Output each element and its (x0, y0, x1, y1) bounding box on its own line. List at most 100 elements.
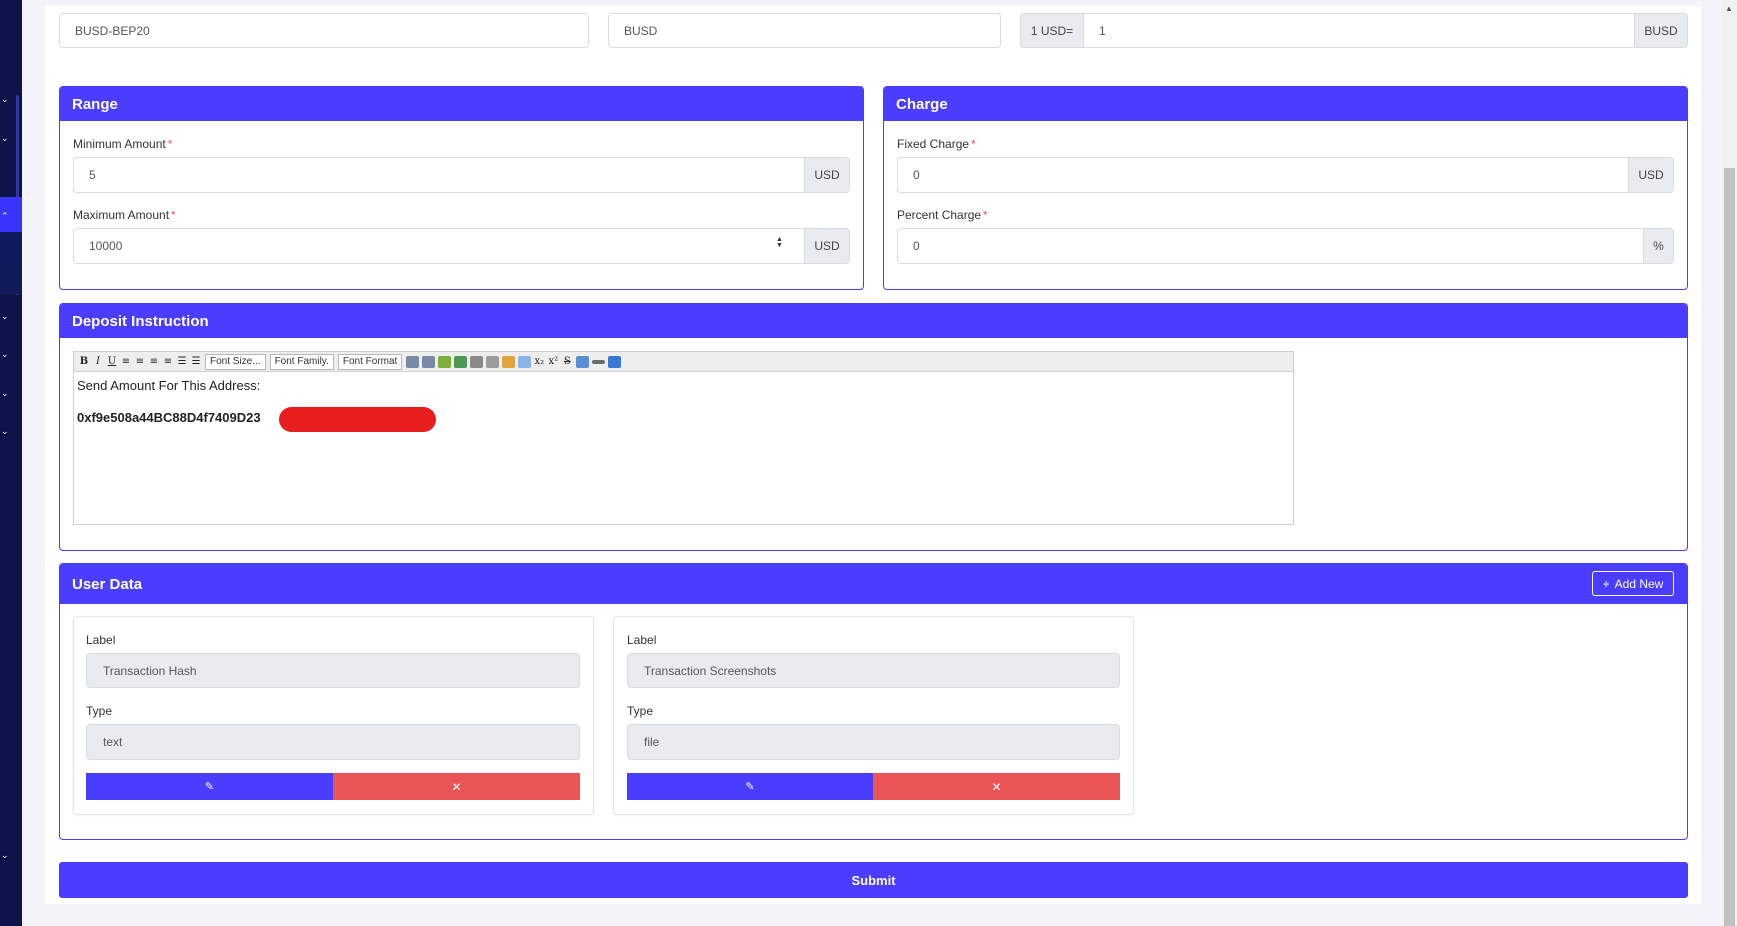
min-amount-unit: USD (804, 157, 850, 193)
editor-wallet-address: 0xf9e508a44BC88D4f7409D23 (77, 410, 261, 425)
rate-prefix-text: 1 USD= (1030, 23, 1074, 38)
link-icon[interactable] (469, 355, 483, 368)
field-type-value: text (103, 735, 123, 749)
edit-button[interactable]: ✎ (627, 773, 873, 800)
field-type-input[interactable]: text (86, 724, 580, 760)
deposit-instruction-title: Deposit Instruction (60, 304, 1687, 338)
min-amount-value: 5 (89, 168, 96, 182)
fixed-charge-label: Fixed Charge * (897, 137, 976, 151)
rate-value: 1 (1099, 23, 1106, 38)
bold-button[interactable]: B (77, 355, 91, 369)
fixed-unit-text: USD (1638, 168, 1664, 182)
align-left-icon[interactable]: ≡ (119, 355, 133, 369)
fixed-charge-unit: USD (1628, 157, 1674, 193)
rate-suffix: BUSD (1634, 13, 1688, 48)
fixed-charge-value: 0 (913, 168, 920, 182)
horizontal-rule-icon[interactable] (591, 359, 605, 364)
edit-button[interactable]: ✎ (86, 773, 333, 800)
remove-format-icon[interactable] (575, 355, 589, 368)
charge-title: Charge (884, 87, 1687, 121)
chevron-down-icon[interactable]: ⌄ (1, 350, 9, 359)
outdent-icon[interactable] (421, 355, 435, 368)
unlink-icon[interactable] (485, 355, 499, 368)
field-label-value: Transaction Screenshots (644, 663, 777, 678)
field-type-caption: Type (86, 704, 113, 718)
field-label-input[interactable]: Transaction Hash (86, 653, 580, 688)
percent-charge-unit: % (1643, 228, 1674, 264)
underline-button[interactable]: U (105, 355, 119, 369)
chevron-down-icon[interactable]: ⌄ (1, 427, 9, 436)
unordered-list-icon[interactable]: ☰ (189, 355, 203, 369)
sidebar: ⌄ ⌄ ⌃ ⌄ ⌄ ⌄ ⌄ ⌄ (0, 0, 22, 926)
symbol-input[interactable]: BUSD (608, 13, 1001, 48)
align-right-icon[interactable]: ≡ (147, 355, 161, 369)
field-type-caption: Type (627, 704, 654, 718)
font-size-select[interactable]: Font Size... (205, 353, 266, 370)
field-label-value: Transaction Hash (103, 663, 197, 678)
min-unit-text: USD (814, 168, 840, 182)
strikethrough-icon[interactable]: S (560, 355, 574, 369)
plus-icon: + (1602, 576, 1610, 591)
font-format-select[interactable]: Font Format (337, 353, 403, 370)
align-justify-icon[interactable]: ≡ (161, 355, 175, 369)
page-scrollbar[interactable]: ▲ (1722, 0, 1737, 926)
indent-icon[interactable] (405, 355, 419, 368)
field-label-input[interactable]: Transaction Screenshots (627, 653, 1120, 688)
currency-input[interactable]: BUSD-BEP20 (59, 13, 589, 48)
chevron-down-icon[interactable]: ⌄ (1, 312, 9, 321)
field-type-value: file (644, 735, 660, 749)
field-type-input[interactable]: file (627, 724, 1120, 760)
redaction-mark (279, 407, 436, 432)
chevron-down-icon[interactable]: ⌄ (1, 95, 9, 104)
delete-button[interactable]: ✕ (873, 773, 1120, 800)
document-icon[interactable] (517, 355, 531, 368)
min-amount-input[interactable]: 5 (73, 157, 805, 193)
range-title: Range (60, 87, 863, 121)
pencil-icon: ✎ (745, 781, 755, 793)
sidebar-subitem[interactable] (0, 232, 22, 264)
html-source-icon[interactable] (607, 355, 621, 368)
fixed-charge-input[interactable]: 0 (897, 157, 1629, 193)
image-icon[interactable] (437, 355, 451, 368)
max-amount-value: 10000 (89, 239, 123, 253)
sidebar-subitem[interactable] (0, 264, 22, 294)
close-icon: ✕ (991, 779, 1002, 794)
editor-content[interactable]: Send Amount For This Address: 0xf9e508a4… (74, 372, 1293, 431)
percent-charge-value: 0 (913, 239, 920, 253)
rate-prefix: 1 USD= (1020, 13, 1084, 48)
chevron-down-icon[interactable]: ⌄ (1, 134, 9, 143)
chevron-down-icon[interactable]: ⌄ (1, 851, 9, 860)
italic-button[interactable]: I (91, 355, 105, 369)
add-new-button[interactable]: + Add New (1592, 571, 1674, 596)
ordered-list-icon[interactable]: ☰ (175, 355, 189, 369)
font-family-select[interactable]: Font Family. (269, 353, 334, 370)
max-unit-text: USD (814, 239, 840, 253)
max-amount-label: Maximum Amount * (73, 208, 176, 222)
percent-unit-text: % (1653, 239, 1664, 253)
field-label-caption: Label (627, 633, 657, 647)
rate-suffix-text: BUSD (1644, 23, 1678, 38)
number-spinner-icon[interactable]: ▲ ▼ (776, 236, 783, 249)
upload-icon[interactable] (453, 355, 467, 368)
color-icon[interactable] (501, 355, 515, 368)
user-data-title: User Data (60, 564, 1687, 604)
submit-button[interactable]: Submit (59, 862, 1688, 898)
max-amount-unit: USD (804, 228, 850, 264)
subscript-icon[interactable]: x₂ (532, 355, 546, 369)
percent-charge-label: Percent Charge * (897, 208, 988, 222)
add-new-label: Add New (1614, 576, 1664, 591)
field-label-caption: Label (86, 633, 116, 647)
scroll-up-icon[interactable]: ▲ (1725, 4, 1733, 13)
superscript-icon[interactable]: x² (546, 355, 560, 369)
max-amount-input[interactable]: 10000 (73, 228, 805, 264)
percent-charge-input[interactable]: 0 (897, 228, 1644, 264)
delete-button[interactable]: ✕ (333, 773, 580, 800)
align-center-icon[interactable]: ≡ (133, 355, 147, 369)
chevron-up-icon[interactable]: ⌃ (1, 212, 9, 221)
rich-text-editor[interactable]: B I U ≡ ≡ ≡ ≡ ☰ ☰ Font Size... Font Fami… (73, 351, 1294, 525)
editor-line-instruction: Send Amount For This Address: (77, 378, 261, 393)
scrollbar-thumb[interactable] (1724, 168, 1735, 926)
chevron-down-icon[interactable]: ⌄ (1, 389, 9, 398)
rate-input[interactable]: 1 (1083, 13, 1635, 48)
currency-value: BUSD-BEP20 (75, 23, 150, 38)
